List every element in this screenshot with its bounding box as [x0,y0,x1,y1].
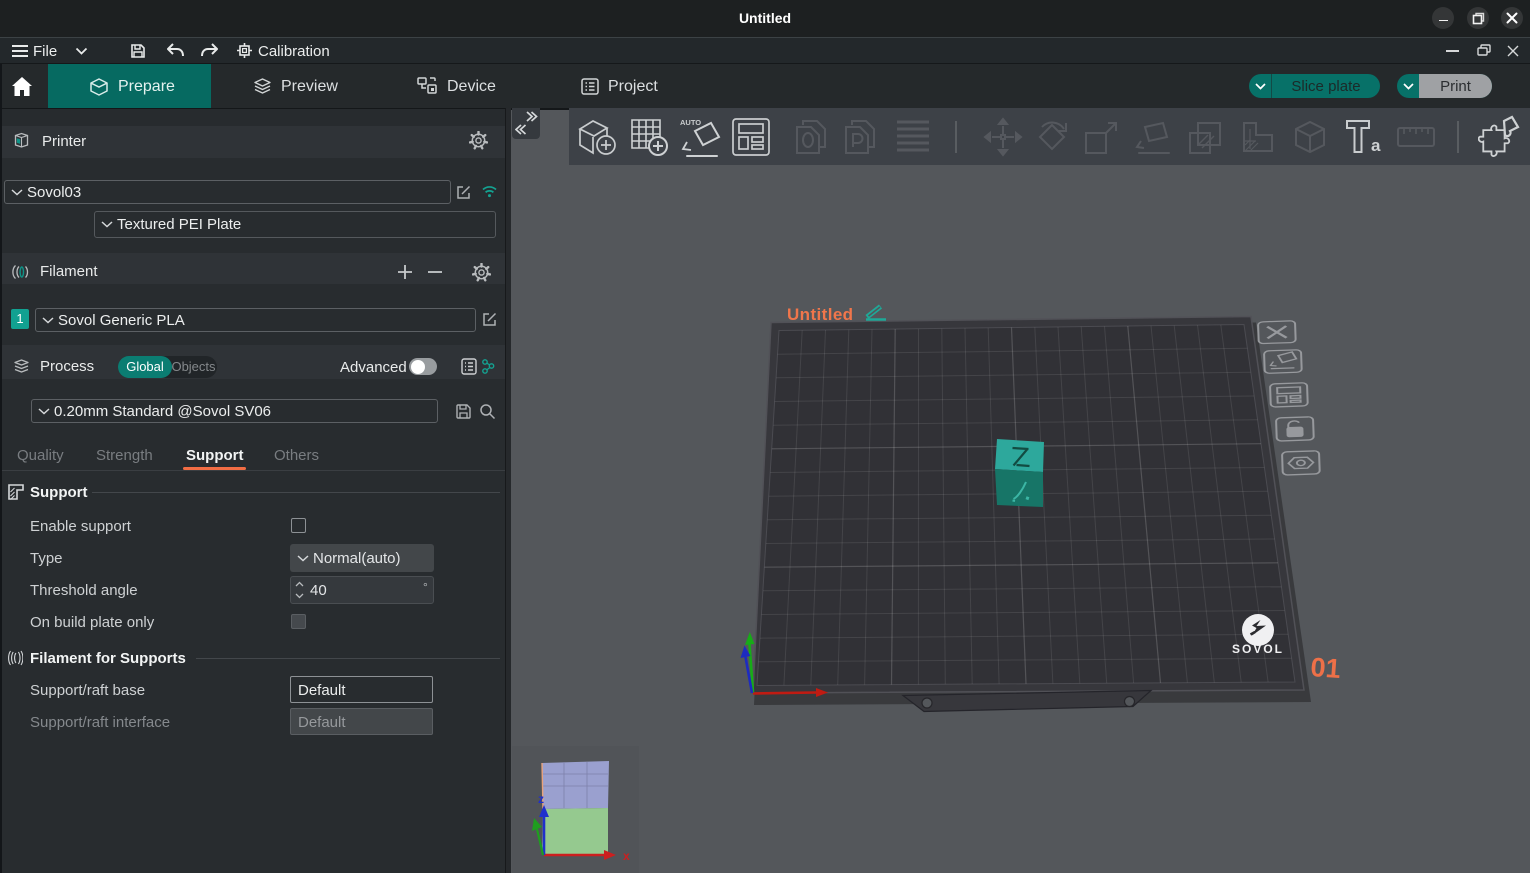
svg-text:SOVOL: SOVOL [1232,642,1284,656]
svg-text:Untitled: Untitled [787,305,853,324]
svg-text:z: z [538,792,544,806]
svg-text:01: 01 [1310,652,1342,684]
svg-text:x: x [623,849,630,863]
